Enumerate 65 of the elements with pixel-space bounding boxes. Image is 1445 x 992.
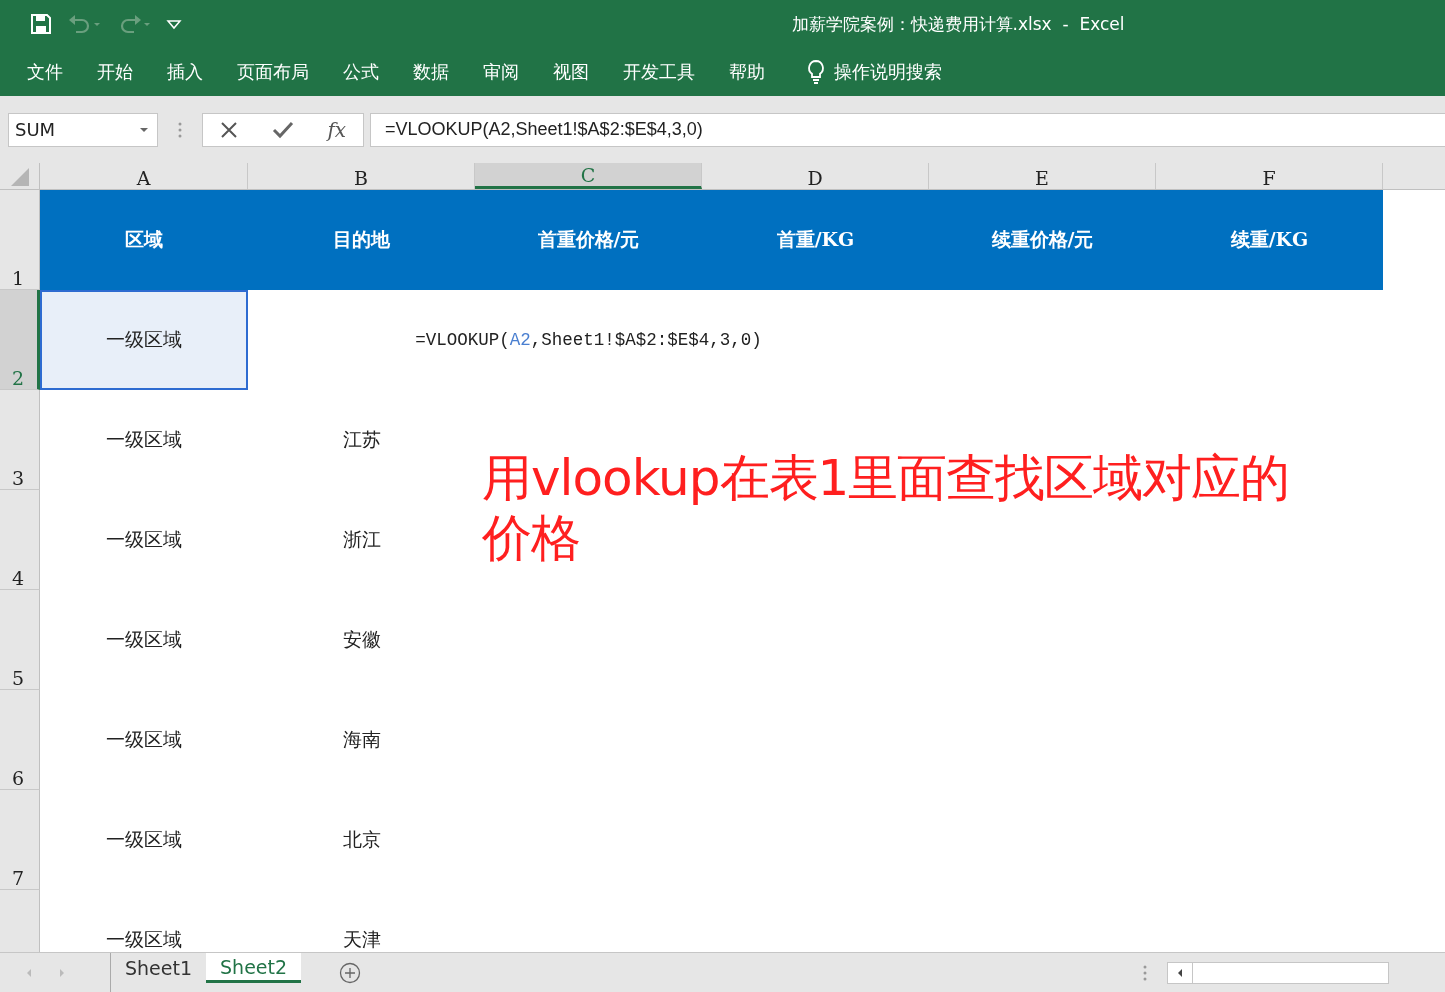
ribbon-tab[interactable]: 帮助 xyxy=(712,52,782,92)
ribbon-tab[interactable]: 开始 xyxy=(80,52,150,92)
column-header[interactable]: C xyxy=(475,163,702,189)
cancel-icon[interactable] xyxy=(219,120,238,139)
table-cell: 一级区域 xyxy=(40,290,248,390)
in-cell-formula[interactable]: =VLOOKUP(A2,Sheet1!$A$2:$E$4,3,0) xyxy=(415,330,762,350)
column-header[interactable]: A xyxy=(40,163,248,189)
ribbon-tab[interactable]: 开发工具 xyxy=(606,52,712,92)
enter-check-icon[interactable] xyxy=(271,120,294,139)
row-header[interactable]: 1 xyxy=(0,190,40,290)
ribbon-tab[interactable]: 视图 xyxy=(536,52,606,92)
header-cell: 区域 xyxy=(40,190,248,290)
save-icon[interactable] xyxy=(30,13,52,35)
row-header[interactable]: 4 xyxy=(0,490,40,590)
insert-function-button[interactable]: fx xyxy=(327,117,347,142)
table-cell-text: 一级区域 xyxy=(105,927,183,952)
table-cell-text: 一级区域 xyxy=(105,427,183,452)
table-cell-text: 江苏 xyxy=(341,427,382,452)
header-cell: 首重价格/元 xyxy=(475,190,702,290)
header-cell: 续重/KG xyxy=(1156,190,1383,290)
table-cell-text: 浙江 xyxy=(341,527,382,552)
ribbon-tab[interactable]: 数据 xyxy=(396,52,466,92)
grip-dots-icon[interactable] xyxy=(1143,964,1147,981)
sheet-tab[interactable]: Sheet2 xyxy=(206,953,302,983)
tell-me-search[interactable]: 操作说明搜索 xyxy=(834,60,942,84)
lightbulb-icon[interactable] xyxy=(806,59,826,85)
sheet-tab[interactable]: Sheet1 xyxy=(111,953,207,983)
table-cell-text: 天津 xyxy=(341,927,382,952)
table-cell-text: 安徽 xyxy=(341,627,382,652)
window-title: 加薪学院案例：快递费用计算.xlsx - Excel xyxy=(790,12,1126,36)
ribbon-tab[interactable]: 公式 xyxy=(326,52,396,92)
table-cell-text: 北京 xyxy=(341,827,382,852)
header-cell: 目的地 xyxy=(248,190,475,290)
header-cell: 续重价格/元 xyxy=(929,190,1156,290)
table-cell-text: 一级区域 xyxy=(105,527,183,552)
ribbon-tab[interactable]: 插入 xyxy=(150,52,220,92)
grip-dots-icon[interactable] xyxy=(178,121,182,138)
horizontal-scrollbar[interactable] xyxy=(1167,961,1389,984)
row-header[interactable]: 5 xyxy=(0,590,40,690)
table-cell-text: 一级区域 xyxy=(105,727,183,752)
row-header[interactable]: 7 xyxy=(0,790,40,890)
corner-triangle-icon[interactable] xyxy=(9,167,30,187)
name-box[interactable]: SUM xyxy=(8,112,158,147)
column-header[interactable]: F xyxy=(1156,163,1383,189)
name-box-value: SUM xyxy=(15,119,56,140)
table-cell-text: 一级区域 xyxy=(105,827,183,852)
formula-field[interactable]: =VLOOKUP(A2,Sheet1!$A$2:$E$4,3,0) xyxy=(370,112,1445,147)
row-header[interactable]: 3 xyxy=(0,390,40,490)
dropdown-caret-icon[interactable] xyxy=(139,126,149,133)
annotation-text: 用vlookup在表1里面查找区域对应的价格 xyxy=(482,448,1291,568)
formula-text: =VLOOKUP(A2,Sheet1!$A$2:$E$4,3,0) xyxy=(385,119,703,140)
customize-caret-icon[interactable] xyxy=(166,17,182,31)
scroll-left-icon[interactable] xyxy=(1176,967,1184,978)
header-cell: 首重/KG xyxy=(702,190,929,290)
column-header[interactable]: E xyxy=(929,163,1156,189)
add-sheet-icon[interactable] xyxy=(339,961,362,984)
ribbon-tab[interactable]: 文件 xyxy=(10,52,80,92)
table-cell-text: 海南 xyxy=(341,727,382,752)
column-header[interactable]: D xyxy=(702,163,929,189)
row-header[interactable]: 6 xyxy=(0,690,40,790)
table-cell-text: 一级区域 xyxy=(105,627,183,652)
ribbon-tab[interactable]: 审阅 xyxy=(466,52,536,92)
ribbon-tab[interactable]: 页面布局 xyxy=(220,52,326,92)
row-header[interactable]: 2 xyxy=(0,290,40,390)
scroll-right-icon[interactable] xyxy=(58,967,66,978)
